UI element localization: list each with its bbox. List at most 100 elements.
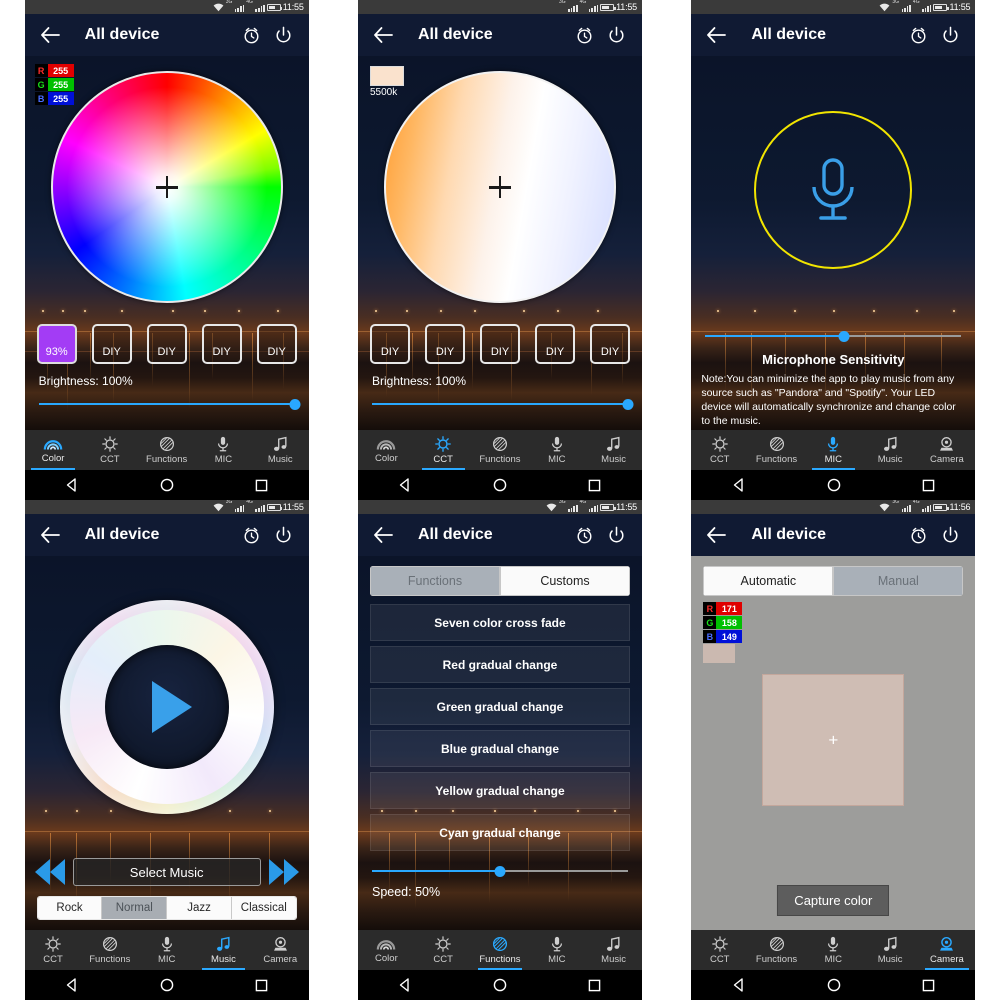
tab-cct[interactable]: CCT: [25, 930, 82, 970]
circle-home-icon[interactable]: [493, 478, 507, 492]
tab-color[interactable]: Color: [358, 930, 415, 970]
square-recents-icon[interactable]: [588, 479, 601, 492]
preset-slot-1[interactable]: DIY: [369, 324, 410, 364]
color-wheel-crosshair[interactable]: [155, 176, 178, 198]
music-disc-center[interactable]: [104, 645, 229, 769]
triangle-back-icon[interactable]: [65, 478, 79, 492]
tab-functions[interactable]: Functions: [138, 430, 195, 470]
brightness-slider[interactable]: [38, 398, 301, 410]
power-icon[interactable]: [606, 524, 628, 546]
tab-mic[interactable]: MIC: [805, 930, 862, 970]
triangle-back-icon[interactable]: [732, 478, 746, 492]
triangle-back-icon[interactable]: [65, 978, 79, 992]
list-item[interactable]: Red gradual change: [369, 646, 630, 683]
tab-mic[interactable]: MIC: [195, 430, 252, 470]
brightness-slider[interactable]: [371, 398, 634, 410]
circle-home-icon[interactable]: [827, 478, 841, 492]
tab-mic[interactable]: MIC: [138, 930, 195, 970]
tab-mic[interactable]: MIC: [528, 930, 585, 970]
segment-customs[interactable]: Customs: [499, 566, 630, 596]
power-icon[interactable]: [606, 24, 628, 46]
slider-knob[interactable]: [289, 398, 301, 410]
segment-automatic[interactable]: Automatic: [703, 566, 834, 596]
slider-knob[interactable]: [622, 398, 634, 410]
power-icon[interactable]: [939, 524, 961, 546]
camera-crosshair[interactable]: +: [828, 732, 838, 749]
genre-normal[interactable]: Normal: [102, 897, 168, 919]
circle-home-icon[interactable]: [160, 478, 174, 492]
genre-jazz[interactable]: Jazz: [167, 897, 232, 919]
slider-knob[interactable]: [838, 330, 850, 342]
tab-cct[interactable]: CCT: [415, 930, 472, 970]
back-arrow-icon[interactable]: [39, 524, 61, 546]
tab-music[interactable]: Music: [252, 430, 309, 470]
music-disc[interactable]: [59, 600, 274, 814]
tab-music[interactable]: Music: [862, 430, 919, 470]
fast-forward-icon[interactable]: [268, 859, 299, 885]
alarm-clock-icon[interactable]: [241, 524, 263, 546]
preset-slot-2[interactable]: DIY: [424, 324, 465, 364]
preset-slot-2[interactable]: DIY: [91, 324, 132, 364]
preset-slot-4[interactable]: DIY: [534, 324, 575, 364]
capture-color-button[interactable]: Capture color: [777, 885, 890, 916]
cct-wheel[interactable]: [383, 71, 616, 303]
triangle-back-icon[interactable]: [732, 978, 746, 992]
square-recents-icon[interactable]: [588, 979, 601, 992]
genre-classical[interactable]: Classical: [231, 897, 296, 919]
list-item[interactable]: Green gradual change: [369, 688, 630, 725]
mic-ring[interactable]: [754, 111, 913, 269]
speed-slider[interactable]: [371, 865, 628, 877]
tab-camera[interactable]: Camera: [919, 430, 976, 470]
rewind-icon[interactable]: [34, 859, 65, 885]
square-recents-icon[interactable]: [922, 979, 935, 992]
tab-camera[interactable]: Camera: [919, 930, 976, 970]
cct-wheel-crosshair[interactable]: [488, 176, 511, 198]
camera-preview[interactable]: +: [762, 674, 905, 806]
circle-home-icon[interactable]: [827, 978, 841, 992]
power-icon[interactable]: [273, 524, 295, 546]
square-recents-icon[interactable]: [922, 479, 935, 492]
preset-slot-1[interactable]: 93%: [36, 324, 77, 364]
alarm-clock-icon[interactable]: [574, 524, 596, 546]
tab-color[interactable]: Color: [358, 430, 415, 470]
tab-functions[interactable]: Functions: [748, 430, 805, 470]
square-recents-icon[interactable]: [255, 979, 268, 992]
tab-color[interactable]: Color: [25, 430, 82, 470]
preset-slot-4[interactable]: DIY: [201, 324, 242, 364]
segment-functions[interactable]: Functions: [369, 566, 500, 596]
tab-cct[interactable]: CCT: [691, 930, 748, 970]
tab-music[interactable]: Music: [195, 930, 252, 970]
preset-slot-3[interactable]: DIY: [479, 324, 520, 364]
square-recents-icon[interactable]: [255, 479, 268, 492]
tab-camera[interactable]: Camera: [252, 930, 309, 970]
back-arrow-icon[interactable]: [39, 24, 61, 46]
tab-music[interactable]: Music: [585, 930, 642, 970]
back-arrow-icon[interactable]: [372, 524, 394, 546]
list-item[interactable]: Blue gradual change: [369, 730, 630, 767]
power-icon[interactable]: [939, 24, 961, 46]
tab-mic[interactable]: MIC: [528, 430, 585, 470]
triangle-back-icon[interactable]: [398, 478, 412, 492]
alarm-clock-icon[interactable]: [574, 24, 596, 46]
select-music-button[interactable]: Select Music: [72, 858, 261, 886]
tab-functions[interactable]: Functions: [81, 930, 138, 970]
alarm-clock-icon[interactable]: [907, 24, 929, 46]
back-arrow-icon[interactable]: [705, 24, 727, 46]
power-icon[interactable]: [273, 24, 295, 46]
tab-functions[interactable]: Functions: [472, 430, 529, 470]
play-icon[interactable]: [151, 681, 192, 733]
tab-functions[interactable]: Functions: [472, 930, 529, 970]
tab-cct[interactable]: CCT: [81, 430, 138, 470]
tab-music[interactable]: Music: [862, 930, 919, 970]
list-item[interactable]: Seven color cross fade: [369, 604, 630, 641]
back-arrow-icon[interactable]: [705, 524, 727, 546]
circle-home-icon[interactable]: [160, 978, 174, 992]
color-wheel[interactable]: [50, 71, 283, 303]
tab-functions[interactable]: Functions: [748, 930, 805, 970]
tab-music[interactable]: Music: [585, 430, 642, 470]
mic-sensitivity-slider[interactable]: [705, 330, 962, 342]
circle-home-icon[interactable]: [493, 978, 507, 992]
list-item[interactable]: Cyan gradual change: [369, 814, 630, 851]
tab-mic[interactable]: MIC: [805, 430, 862, 470]
triangle-back-icon[interactable]: [398, 978, 412, 992]
